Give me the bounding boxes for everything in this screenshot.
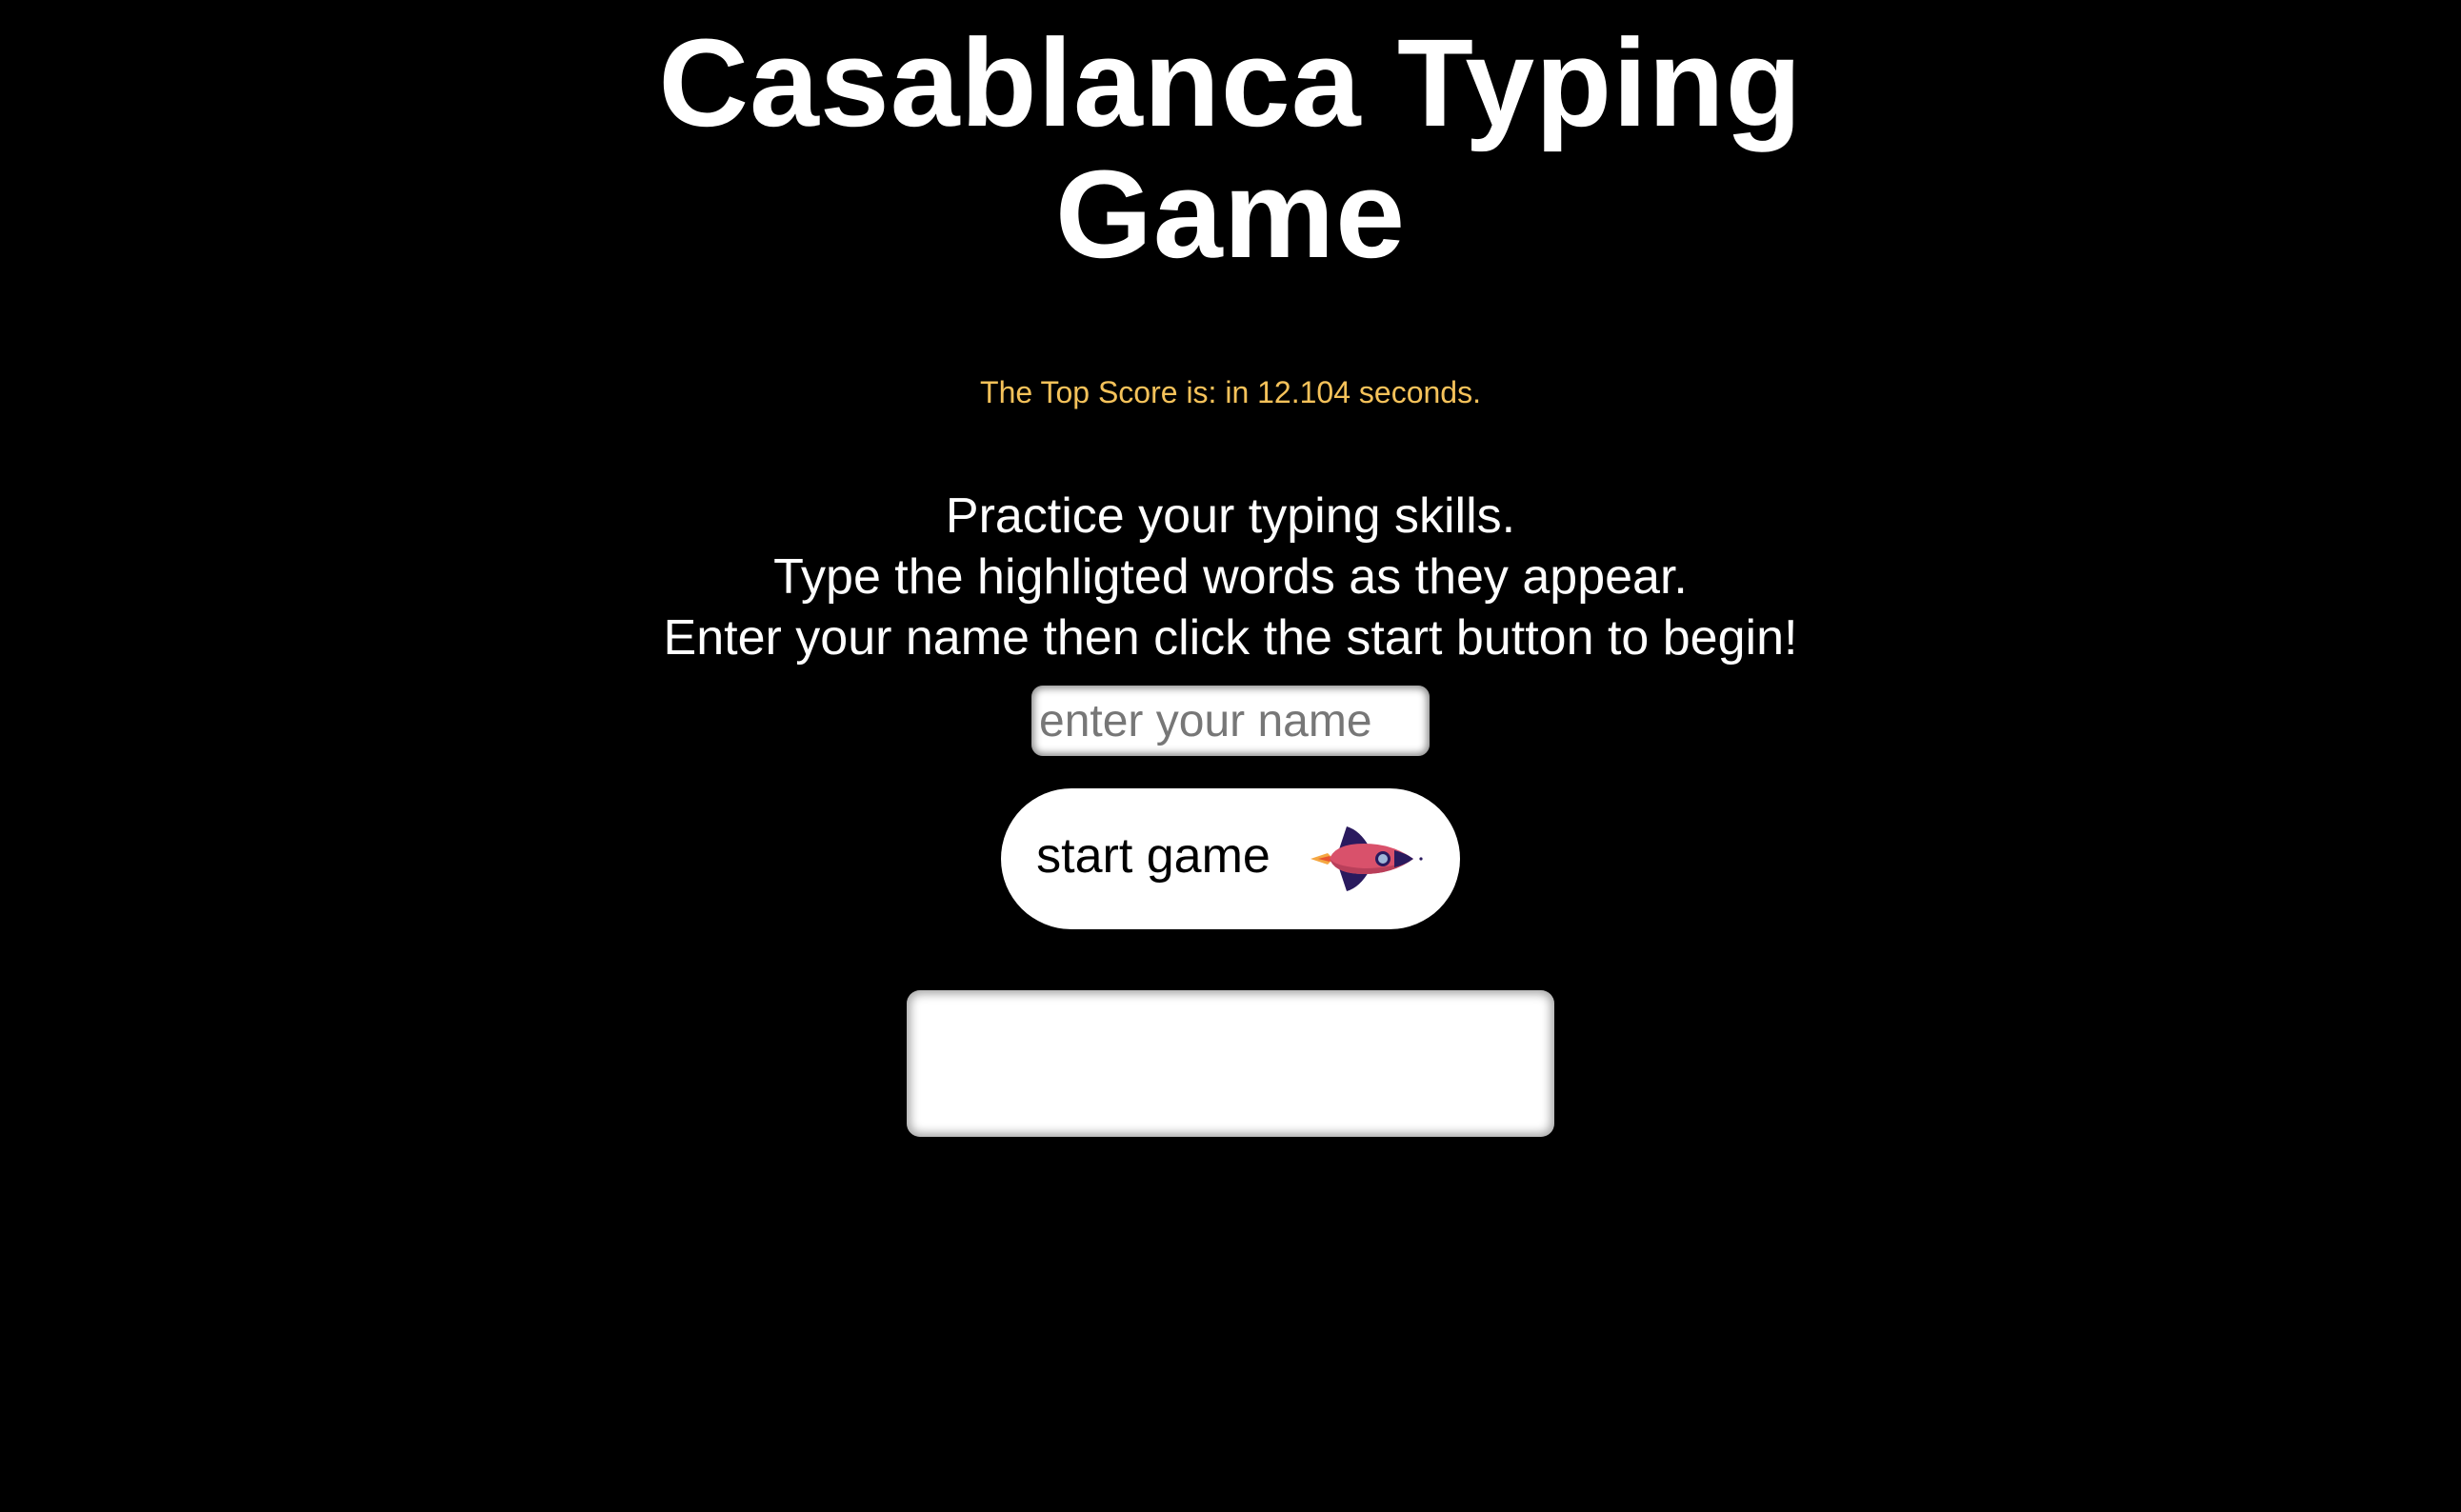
instructions: Practice your typing skills. Type the hi…: [664, 486, 1798, 668]
top-score-text: The Top Score is: in 12.104 seconds.: [980, 375, 1481, 409]
start-game-button-label: start game: [1036, 828, 1271, 884]
start-game-button[interactable]: start game: [1001, 788, 1460, 929]
page-title: Casablanca Typing Game: [564, 17, 1897, 280]
instructions-line2: Type the highligted words as they appear…: [773, 549, 1688, 605]
instructions-line1: Practice your typing skills.: [945, 488, 1516, 544]
rocket-icon: [1310, 826, 1423, 891]
page-title-line2: Game: [1054, 144, 1407, 284]
name-input[interactable]: [1031, 686, 1430, 756]
page-title-line1: Casablanca Typing: [658, 12, 1803, 152]
word-display-box: [907, 990, 1554, 1137]
page: Casablanca Typing Game The Top Score is:…: [0, 0, 2461, 1512]
instructions-line3: Enter your name then click the start but…: [663, 610, 1798, 666]
